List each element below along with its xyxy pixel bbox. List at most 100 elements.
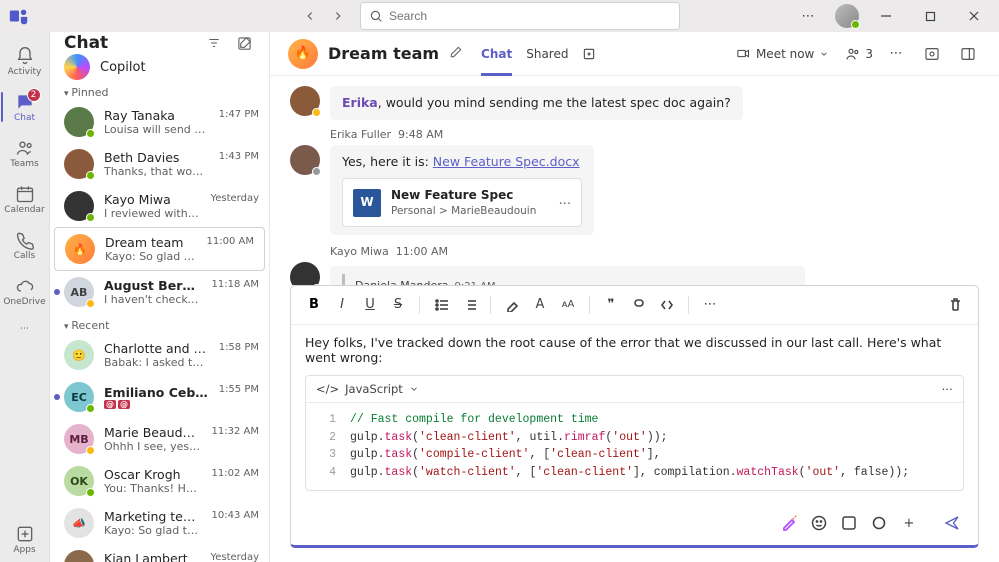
chat-item[interactable]: 📣 Marketing team syncKayo: So glad to he… — [50, 502, 269, 544]
toolbar-more[interactable]: ⋯ — [697, 292, 723, 318]
message-avatar — [290, 145, 320, 175]
rail-apps[interactable]: Apps — [1, 516, 49, 562]
send-button[interactable] — [938, 509, 966, 537]
chat-list-header: Chat — [50, 32, 269, 54]
rail-onedrive[interactable]: OneDrive — [1, 268, 49, 314]
edit-title-button[interactable] — [449, 45, 463, 63]
rail-teams[interactable]: Teams — [1, 130, 49, 176]
quoted-message: Daniela Mandera9:21 AM Here is the lates… — [342, 274, 793, 284]
compose-area: B I U S A ᴀA ❞ ⋯ — [270, 285, 999, 562]
filter-button[interactable] — [203, 32, 225, 54]
file-title: New Feature Spec — [391, 187, 549, 204]
new-chat-button[interactable] — [233, 32, 255, 54]
code-more[interactable]: ⋯ — [942, 382, 954, 396]
chat-item[interactable]: OK Oscar KroghYou: Thanks! Have a nice d… — [50, 460, 269, 502]
bold-button[interactable]: B — [301, 292, 327, 318]
search-input[interactable] — [389, 9, 671, 23]
window-minimize[interactable] — [869, 2, 903, 30]
compose-editor[interactable]: Hey folks, I've tracked down the root ca… — [291, 325, 978, 501]
message-bubble[interactable]: Daniela Mandera9:21 AM Here is the lates… — [330, 266, 805, 284]
avatar — [64, 107, 94, 137]
header-more-button[interactable]: ⋯ — [883, 41, 909, 67]
mention[interactable]: Erika — [342, 95, 378, 110]
window-maximize[interactable] — [913, 2, 947, 30]
chat-title: Marketing team sync — [104, 509, 202, 524]
chat-time: 11:02 AM — [212, 466, 259, 479]
code-language[interactable]: JavaScript — [345, 382, 403, 396]
code-body[interactable]: 1// Fast compile for development time 2g… — [306, 403, 963, 490]
loop-button[interactable] — [866, 510, 892, 536]
code-icon: </> — [316, 382, 339, 396]
tab-shared[interactable]: Shared — [526, 32, 568, 76]
chat-list-title: Chat — [64, 33, 195, 53]
quote-button[interactable]: ❞ — [598, 292, 624, 318]
code-button[interactable] — [654, 292, 680, 318]
chat-preview: Thanks, that would be nice. — [104, 165, 209, 178]
chat-item[interactable]: Ray TanakaLouisa will send the initial l… — [50, 101, 269, 143]
back-button[interactable] — [296, 2, 324, 30]
italic-button[interactable]: I — [329, 292, 355, 318]
chevron-down-icon[interactable] — [409, 384, 419, 394]
unread-indicator — [54, 289, 60, 295]
message-link[interactable]: New Feature Spec.docx — [433, 154, 580, 169]
chat-item[interactable]: Kian LambertHave you run this by Beth? M… — [50, 544, 269, 562]
chat-preview: Louisa will send the initial list of… — [104, 123, 209, 136]
chat-time: Yesterday — [210, 191, 259, 204]
strike-button[interactable]: S — [385, 292, 411, 318]
user-avatar[interactable] — [835, 4, 859, 28]
highlight-button[interactable] — [499, 292, 525, 318]
copilot-item[interactable]: Copilot — [50, 54, 269, 80]
copilot-pane-button[interactable] — [919, 41, 945, 67]
message-bubble[interactable]: Yes, here it is: New Feature Spec.docx W… — [330, 145, 594, 236]
tab-chat[interactable]: Chat — [481, 32, 512, 76]
underline-button[interactable]: U — [357, 292, 383, 318]
search-box[interactable] — [360, 2, 680, 30]
recent-section[interactable]: Recent — [50, 313, 269, 334]
more-button[interactable]: ⋯ — [791, 2, 825, 30]
chat-item[interactable]: 🙂 Charlotte and BabakBabak: I asked the … — [50, 334, 269, 376]
rail-calendar[interactable]: Calendar — [1, 176, 49, 222]
message-time: 11:00 AM — [396, 245, 448, 258]
chat-item-selected[interactable]: 🔥 Dream teamKayo: So glad to hear that t… — [54, 227, 265, 271]
delete-button[interactable] — [942, 292, 968, 318]
messages-scroll[interactable]: Erika, would you mind sending me the lat… — [270, 76, 999, 285]
window-close[interactable] — [957, 2, 991, 30]
chat-preview: Ohhh I see, yes let me fix that! — [104, 440, 202, 453]
meet-now-button[interactable]: Meet now — [730, 42, 835, 65]
ai-rewrite-button[interactable] — [776, 510, 802, 536]
rail-activity[interactable]: Activity — [1, 38, 49, 84]
compose-box[interactable]: B I U S A ᴀA ❞ ⋯ — [290, 285, 979, 548]
font-size-button[interactable]: ᴀA — [555, 292, 581, 318]
emoji-button[interactable] — [806, 510, 832, 536]
open-pane-button[interactable] — [955, 41, 981, 67]
rail-calls[interactable]: Calls — [1, 222, 49, 268]
file-card[interactable]: W New Feature Spec Personal > MarieBeaud… — [342, 178, 582, 227]
chat-item[interactable]: Beth DaviesThanks, that would be nice. 1… — [50, 143, 269, 185]
link-button[interactable] — [626, 292, 652, 318]
add-tab-button[interactable] — [582, 32, 596, 76]
apps-icon — [15, 524, 35, 544]
message-time: 9:48 AM — [398, 128, 443, 141]
bell-icon — [15, 46, 35, 66]
rail-label: Activity — [8, 67, 42, 77]
chat-item[interactable]: AB August BergmanI haven't checked avail… — [50, 271, 269, 313]
rail-chat[interactable]: 2 Chat — [1, 84, 49, 130]
chat-item[interactable]: EC Emiliano Ceballos@@ 1:55 PM — [50, 376, 269, 418]
people-button[interactable]: 3 — [845, 46, 873, 62]
rail-more[interactable]: ⋯ — [1, 314, 49, 344]
font-color-button[interactable]: A — [527, 292, 553, 318]
add-button[interactable]: + — [896, 510, 922, 536]
chat-item[interactable]: Kayo MiwaI reviewed with the client on T… — [50, 185, 269, 227]
pinned-list: Ray TanakaLouisa will send the initial l… — [50, 101, 269, 313]
forward-button[interactable] — [324, 2, 352, 30]
file-card-more[interactable]: ⋯ — [559, 194, 572, 212]
chat-time: 11:32 AM — [212, 424, 259, 437]
numbers-button[interactable] — [456, 292, 482, 318]
chat-item[interactable]: MB Marie BeaudouinOhhh I see, yes let me… — [50, 418, 269, 460]
pinned-section[interactable]: Pinned — [50, 80, 269, 101]
avatar: MB — [64, 424, 94, 454]
code-block[interactable]: </> JavaScript ⋯ 1// Fast compile for de… — [305, 375, 964, 491]
message-bubble[interactable]: Erika, would you mind sending me the lat… — [330, 86, 743, 120]
giphy-button[interactable] — [836, 510, 862, 536]
bullets-button[interactable] — [428, 292, 454, 318]
